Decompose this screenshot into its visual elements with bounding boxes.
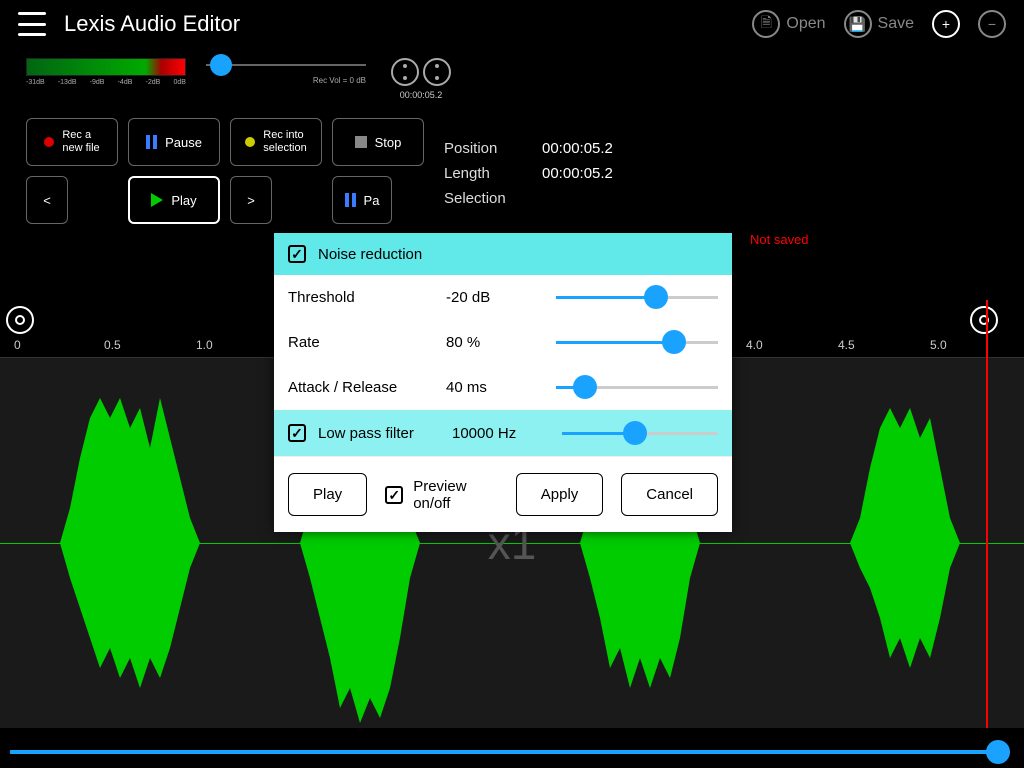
position-value: 00:00:05.2 — [542, 140, 613, 157]
pause-icon — [146, 135, 157, 149]
rec-volume-slider[interactable]: Rec Vol = 0 dB — [206, 64, 366, 85]
pause-rec-button[interactable]: Pause — [128, 118, 220, 166]
zoom-in-icon: + — [932, 10, 960, 38]
open-label: Open — [786, 15, 825, 33]
length-label: Length — [444, 165, 542, 182]
pause-icon — [345, 193, 356, 207]
pause-play-button[interactable]: Pa — [332, 176, 392, 224]
param-value: 40 ms — [446, 379, 546, 396]
param-slider[interactable] — [556, 341, 718, 344]
ruler-tick: 1.0 — [196, 338, 213, 352]
cancel-button[interactable]: Cancel — [621, 473, 718, 516]
dialog-rows: Threshold-20 dBRate80 %Attack / Release4… — [274, 275, 732, 410]
marker-start[interactable] — [6, 306, 34, 334]
scrub-thumb[interactable] — [986, 740, 1010, 764]
dialog-title: Noise reduction — [318, 246, 422, 263]
tape-reels: 00:00:05.2 — [386, 58, 456, 100]
param-label: Attack / Release — [288, 379, 446, 396]
preview-checkbox[interactable] — [385, 486, 403, 504]
apply-button[interactable]: Apply — [516, 473, 604, 516]
marker-end[interactable] — [970, 306, 998, 334]
meter-ticks: -31dB-13dB-9dB-4dB-2dB0dB — [26, 79, 186, 86]
length-value: 00:00:05.2 — [542, 165, 613, 182]
rec-new-file-button[interactable]: Rec a new file — [26, 118, 118, 166]
not-saved-label: Not saved — [750, 232, 809, 247]
prev-button[interactable]: < — [26, 176, 68, 224]
dialog-param-row: Rate80 % — [274, 320, 732, 365]
param-label: Threshold — [288, 289, 446, 306]
zoom-in-button[interactable]: + — [932, 10, 960, 38]
dialog-footer: Play Preview on/off Apply Cancel — [274, 456, 732, 532]
ruler-tick: 0 — [14, 338, 21, 352]
zoom-out-icon: − — [978, 10, 1006, 38]
open-icon: 🗎 — [752, 10, 780, 38]
record-selection-icon — [245, 137, 255, 147]
dialog-param-row: Attack / Release40 ms — [274, 365, 732, 410]
param-label: Rate — [288, 334, 446, 351]
param-value: 80 % — [446, 334, 546, 351]
dialog-header: Noise reduction — [274, 233, 732, 275]
save-icon: 💾 — [844, 10, 872, 38]
app-title: Lexis Audio Editor — [64, 11, 240, 37]
play-button[interactable]: Play — [128, 176, 220, 224]
preview-label: Preview on/off — [413, 478, 498, 512]
lpf-checkbox[interactable] — [288, 424, 306, 442]
dialog-param-row: Threshold-20 dB — [274, 275, 732, 320]
play-icon — [151, 193, 163, 207]
selection-label: Selection — [444, 190, 542, 207]
noise-reduction-dialog: Noise reduction Threshold-20 dBRate80 %A… — [274, 233, 732, 532]
param-slider[interactable] — [556, 296, 718, 299]
stop-button[interactable]: Stop — [332, 118, 424, 166]
ruler-tick: 0.5 — [104, 338, 121, 352]
app-header: Lexis Audio Editor 🗎 Open 💾 Save + − — [0, 0, 1024, 48]
ruler-tick: 5.0 — [930, 338, 947, 352]
menu-icon[interactable] — [18, 12, 46, 36]
ruler-tick: 4.0 — [746, 338, 763, 352]
level-meter: -31dB-13dB-9dB-4dB-2dB0dB — [26, 58, 186, 86]
lpf-label: Low pass filter — [318, 425, 452, 442]
record-icon — [44, 137, 54, 147]
reel-time: 00:00:05.2 — [386, 90, 456, 100]
param-value: -20 dB — [446, 289, 546, 306]
open-button[interactable]: 🗎 Open — [752, 10, 825, 38]
param-slider[interactable] — [556, 386, 718, 389]
dialog-play-button[interactable]: Play — [288, 473, 367, 516]
save-label: Save — [878, 15, 914, 33]
low-pass-filter-row: Low pass filter 10000 Hz — [274, 410, 732, 456]
info-panel: Position00:00:05.2 Length00:00:05.2 Sele… — [444, 140, 613, 215]
next-button[interactable]: > — [230, 176, 272, 224]
zoom-out-button[interactable]: − — [978, 10, 1006, 38]
meter-row: -31dB-13dB-9dB-4dB-2dB0dB Rec Vol = 0 dB… — [0, 48, 1024, 118]
rec-vol-label: Rec Vol = 0 dB — [206, 76, 366, 85]
save-button[interactable]: 💾 Save — [844, 10, 914, 38]
stop-icon — [355, 136, 367, 148]
lpf-value: 10000 Hz — [452, 425, 552, 442]
scrub-bar[interactable] — [10, 750, 1004, 754]
ruler-tick: 4.5 — [838, 338, 855, 352]
position-label: Position — [444, 140, 542, 157]
lpf-slider[interactable] — [562, 432, 718, 435]
playhead[interactable] — [986, 300, 988, 728]
rec-into-selection-button[interactable]: Rec into selection — [230, 118, 322, 166]
noise-reduction-checkbox[interactable] — [288, 245, 306, 263]
